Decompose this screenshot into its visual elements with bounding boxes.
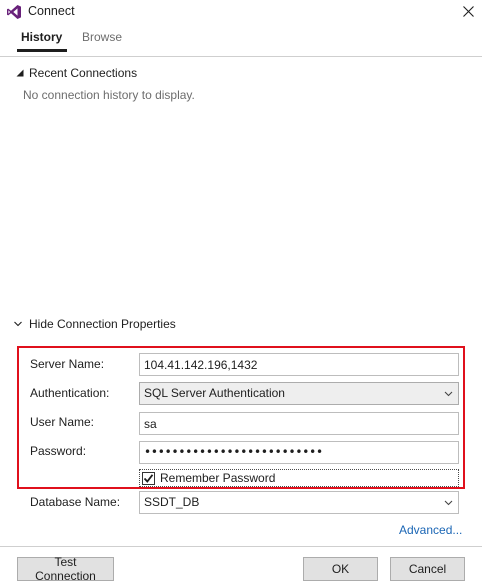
selected-tab-indicator — [17, 49, 67, 52]
close-icon — [462, 5, 474, 17]
window-title: Connect — [28, 4, 75, 18]
cancel-button[interactable]: Cancel — [390, 557, 465, 581]
empty-history-message: No connection history to display. — [23, 88, 195, 102]
database-name-value: SSDT_DB — [144, 495, 200, 509]
advanced-link[interactable]: Advanced... — [399, 523, 462, 537]
close-button[interactable] — [455, 0, 481, 22]
visual-studio-logo-icon — [7, 5, 21, 19]
server-name-label: Server Name: — [30, 357, 105, 371]
database-name-label: Database Name: — [30, 495, 121, 509]
server-name-input[interactable] — [139, 353, 459, 376]
tab-browse[interactable]: Browse — [82, 30, 122, 44]
hide-connection-properties-toggle[interactable]: Hide Connection Properties — [29, 317, 176, 331]
password-input[interactable]: •••••••••••••••••••••••••• — [139, 441, 459, 464]
recent-connections-header[interactable]: Recent Connections — [29, 66, 137, 80]
tab-history[interactable]: History — [21, 30, 62, 44]
authentication-label: Authentication: — [30, 386, 110, 400]
remember-password-label[interactable]: Remember Password — [160, 471, 275, 485]
checkbox-box[interactable] — [142, 471, 155, 485]
test-connection-button[interactable]: Test Connection — [17, 555, 114, 583]
chevron-down-icon[interactable] — [13, 319, 23, 329]
remember-password-checkbox[interactable]: Remember Password — [139, 469, 459, 487]
chevron-down-icon — [440, 386, 456, 402]
user-name-label: User Name: — [30, 415, 95, 429]
password-label: Password: — [30, 444, 87, 458]
chevron-down-icon — [440, 495, 456, 511]
footer-divider — [0, 546, 482, 547]
database-name-select[interactable]: SSDT_DB — [139, 491, 459, 514]
tab-divider — [0, 56, 482, 57]
checkmark-icon — [143, 473, 154, 483]
collapse-triangle-icon[interactable] — [15, 68, 25, 78]
user-name-input[interactable] — [139, 412, 459, 435]
authentication-value: SQL Server Authentication — [144, 386, 285, 400]
authentication-select[interactable]: SQL Server Authentication — [139, 382, 459, 405]
ok-button[interactable]: OK — [303, 557, 378, 581]
